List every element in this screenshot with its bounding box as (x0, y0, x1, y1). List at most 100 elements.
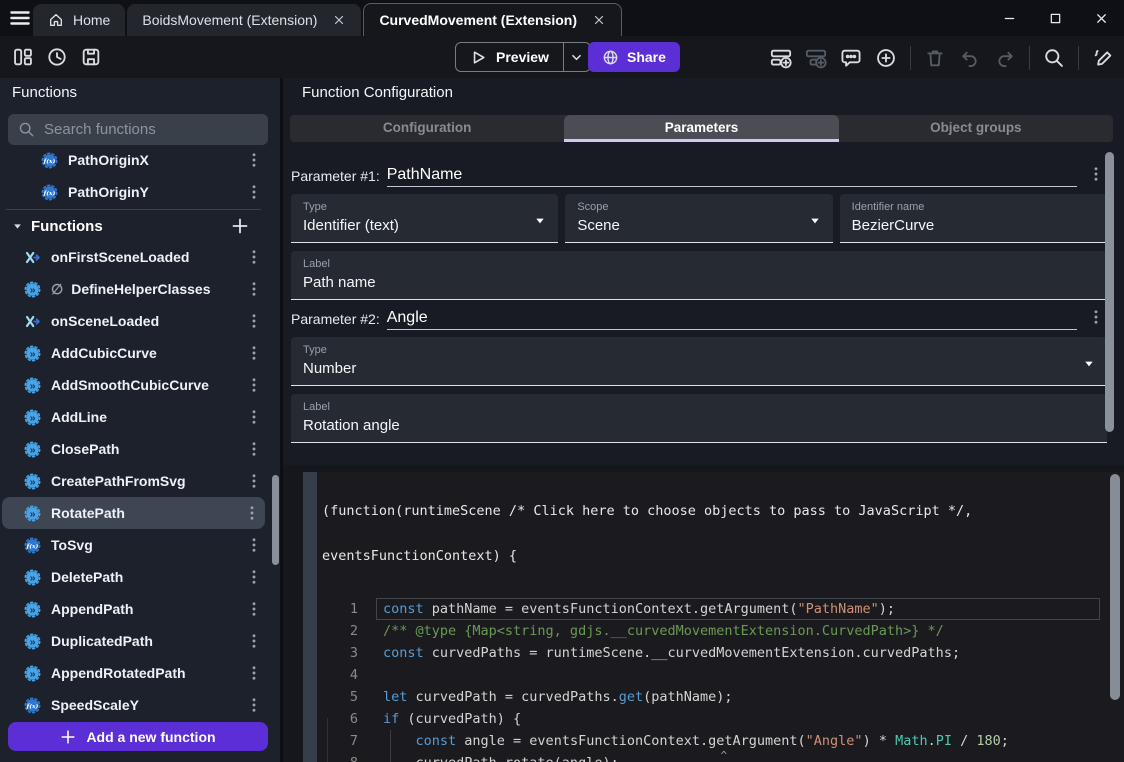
parameter-label-row: LabelRotation angle (291, 394, 1107, 443)
sidebar-item-closepath[interactable]: »ClosePath (0, 433, 267, 465)
tab-object-groups[interactable]: Object groups (839, 115, 1113, 142)
window-tabs: Home BoidsMovement (Extension)CurvedMovem… (33, 3, 624, 36)
sidebar-scrollbar[interactable] (272, 475, 279, 565)
sidebar-item-addline[interactable]: »AddLine (0, 401, 267, 433)
add-event-icon[interactable] (770, 47, 792, 69)
edit-pen-icon[interactable] (1092, 47, 1114, 69)
dropdown-type[interactable]: TypeNumber (291, 337, 1107, 386)
item-menu-icon[interactable] (245, 280, 263, 298)
parameters-scrollbar[interactable] (1105, 152, 1114, 432)
item-menu-icon[interactable] (245, 248, 263, 266)
dropdown-type[interactable]: TypeIdentifier (text) (291, 194, 558, 243)
search-icon[interactable] (1043, 47, 1065, 69)
input-identifier-name[interactable]: Identifier nameBezierCurve (840, 194, 1107, 243)
parameter-menu-icon[interactable] (1087, 308, 1105, 326)
function-configuration-panel: Function Configuration ConfigurationPara… (283, 78, 1124, 762)
history-icon[interactable] (46, 46, 68, 68)
dropdown-scope[interactable]: ScopeScene (565, 194, 832, 243)
toolbar-left-icons (12, 46, 102, 68)
functions-section-header[interactable]: Functions (0, 211, 267, 241)
item-menu-icon[interactable] (245, 536, 263, 554)
item-menu-icon[interactable] (245, 151, 263, 169)
function-name: CreatePathFromSvg (51, 473, 186, 489)
svg-text:»: » (30, 636, 36, 647)
tab-home[interactable]: Home (33, 4, 125, 36)
code-line-5[interactable]: 5let curvedPath = curvedPaths.get(pathNa… (317, 686, 1124, 708)
window-minimize-button[interactable] (986, 0, 1032, 36)
item-menu-icon[interactable] (245, 312, 263, 330)
code-line-3[interactable]: 3const curvedPaths = runtimeScene.__curv… (317, 642, 1124, 664)
add-function-icon[interactable] (231, 217, 249, 235)
sidebar-item-addsmoothcubiccurve[interactable]: »AddSmoothCubicCurve (0, 369, 267, 401)
collapse-caret-icon[interactable] (12, 221, 23, 232)
code-line-1[interactable]: 1const pathName = eventsFunctionContext.… (317, 598, 1124, 620)
sidebar-item-duplicatedpath[interactable]: »DuplicatedPath (0, 625, 267, 657)
code-line-2[interactable]: 2/** @type {Map<string, gdjs.__curvedMov… (317, 620, 1124, 642)
parameter-name-input[interactable]: PathName (387, 166, 1077, 187)
sidebar-item-pathoriginy[interactable]: f(x)PathOriginY (0, 176, 267, 208)
play-icon (470, 49, 487, 66)
sidebar-item-tosvg[interactable]: f(x)ToSvg (0, 529, 267, 561)
item-menu-icon[interactable] (243, 504, 261, 522)
sidebar-item-definehelperclasses[interactable]: »∅DefineHelperClasses (0, 273, 267, 305)
main-menu-icon[interactable] (8, 7, 32, 29)
editor-scrollbar[interactable] (1110, 474, 1120, 700)
item-menu-icon[interactable] (245, 568, 263, 586)
sidebar-item-onfirstsceneloaded[interactable]: onFirstSceneLoaded (0, 241, 267, 273)
tab-configuration[interactable]: Configuration (290, 115, 564, 142)
input-label[interactable]: LabelPath name (291, 251, 1107, 300)
preview-dropdown-button[interactable] (563, 43, 590, 71)
project-manager-icon[interactable] (12, 46, 34, 68)
window-close-button[interactable] (1078, 0, 1124, 36)
sidebar-item-appendpath[interactable]: »AppendPath (0, 593, 267, 625)
sidebar-item-appendrotatedpath[interactable]: »AppendRotatedPath (0, 657, 267, 689)
sidebar-item-createpathfromsvg[interactable]: »CreatePathFromSvg (0, 465, 267, 497)
function-name: DefineHelperClasses (71, 281, 210, 297)
close-tab-icon[interactable] (332, 13, 346, 27)
svg-text:»: » (30, 284, 36, 295)
share-button[interactable]: Share (588, 42, 680, 72)
sidebar-item-addcubiccurve[interactable]: »AddCubicCurve (0, 337, 267, 369)
comment-icon[interactable] (840, 47, 862, 69)
editor-body[interactable]: (function(runtimeScene /* Click here to … (317, 472, 1124, 762)
sidebar-item-deletepath[interactable]: »DeletePath (0, 561, 267, 593)
item-menu-icon[interactable] (245, 183, 263, 201)
field-value: Identifier (text) (303, 217, 546, 234)
svg-text:»: » (30, 668, 36, 679)
item-menu-icon[interactable] (245, 632, 263, 650)
line-number: 1 (317, 598, 358, 620)
sidebar-item-speedscaley[interactable]: f(x)SpeedScaleY (0, 689, 267, 720)
code-line-6[interactable]: 6if (curvedPath) { (317, 708, 1124, 730)
input-label[interactable]: LabelRotation angle (291, 394, 1107, 443)
window-maximize-button[interactable] (1032, 0, 1078, 36)
item-menu-icon[interactable] (245, 440, 263, 458)
tab-parameters[interactable]: Parameters (564, 115, 838, 142)
add-new-function-button[interactable]: Add a new function (8, 722, 268, 751)
tab-boidsmovement-extension-[interactable]: BoidsMovement (Extension) (127, 4, 361, 36)
circle-plus-icon[interactable] (875, 47, 897, 69)
action-gear-icon: » (24, 665, 41, 682)
function-name: AddCubicCurve (51, 345, 157, 361)
item-menu-icon[interactable] (245, 472, 263, 490)
item-menu-icon[interactable] (245, 664, 263, 682)
tab-label: Home (73, 12, 110, 28)
item-menu-icon[interactable] (245, 696, 263, 714)
function-name: RotatePath (51, 505, 125, 521)
preview-button[interactable]: Preview (455, 42, 591, 72)
item-menu-icon[interactable] (245, 344, 263, 362)
parameter-menu-icon[interactable] (1087, 165, 1105, 183)
sidebar-item-onsceneloaded[interactable]: onSceneLoaded (0, 305, 267, 337)
svg-text:»: » (30, 412, 36, 423)
parameter-name-input[interactable]: Angle (387, 309, 1077, 330)
close-tab-icon[interactable] (592, 13, 606, 27)
item-menu-icon[interactable] (245, 376, 263, 394)
sidebar-title: Functions (12, 84, 77, 101)
save-icon[interactable] (80, 46, 102, 68)
item-menu-icon[interactable] (245, 600, 263, 618)
item-menu-icon[interactable] (245, 408, 263, 426)
search-functions-input[interactable]: Search functions (8, 114, 268, 145)
tab-curvedmovement-extension-[interactable]: CurvedMovement (Extension) (363, 3, 622, 36)
code-line-4[interactable]: 4 (317, 664, 1124, 686)
sidebar-item-rotatepath[interactable]: »RotatePath (2, 497, 265, 529)
sidebar-item-pathoriginx[interactable]: f(x)PathOriginX (0, 150, 267, 176)
